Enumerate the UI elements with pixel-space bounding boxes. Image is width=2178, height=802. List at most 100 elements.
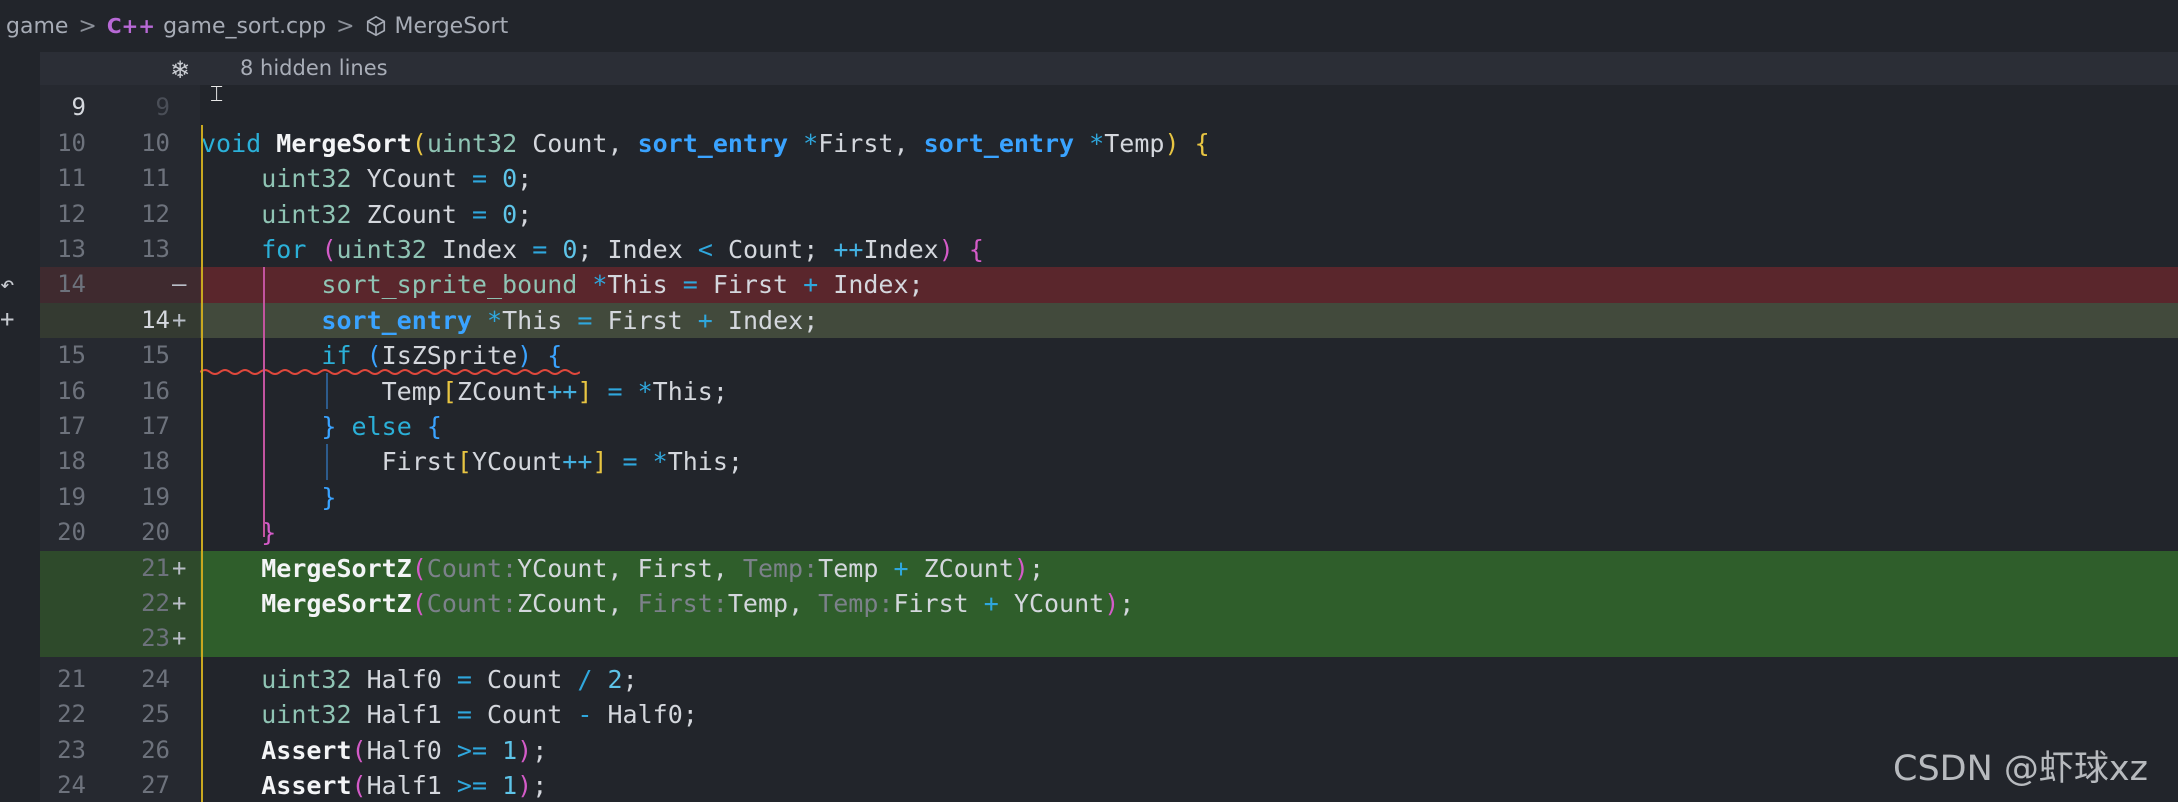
identifier: This bbox=[607, 270, 668, 300]
identifier: Index bbox=[833, 270, 909, 300]
identifier: This bbox=[667, 447, 728, 477]
new-line-number: 10 bbox=[141, 128, 170, 157]
indent-guide bbox=[326, 373, 328, 409]
identifier: Half0 bbox=[607, 700, 683, 730]
unfold-snowflake-icon[interactable]: ❄ bbox=[170, 56, 190, 84]
diff-added-marker: + bbox=[172, 589, 187, 617]
old-line-number: 20 bbox=[57, 518, 86, 547]
code-line[interactable]: 9 9 bbox=[0, 90, 2178, 125]
function-name: MergeSort bbox=[276, 128, 412, 158]
new-line-number: 24 bbox=[141, 665, 170, 693]
new-line-number: 22 bbox=[141, 589, 170, 617]
identifier: First bbox=[712, 270, 789, 300]
code-text: First[YCount++] = *This; bbox=[381, 447, 743, 477]
code-line[interactable]: 22 25 uint32 Half1 = Count - Half0; bbox=[0, 697, 2178, 732]
type: uint32 bbox=[426, 128, 518, 158]
old-line-number: 16 bbox=[57, 376, 86, 405]
code-text: } bbox=[321, 482, 337, 512]
new-line-number: 16 bbox=[141, 376, 170, 405]
old-line-number: 24 bbox=[57, 771, 86, 800]
old-line-number: 9 bbox=[71, 93, 86, 122]
old-line-number: 15 bbox=[57, 341, 86, 370]
code-text: uint32 YCount = 0; bbox=[261, 164, 533, 194]
identifier: Half1 bbox=[366, 771, 442, 801]
breadcrumb-file[interactable]: C++ game_sort.cpp bbox=[107, 14, 326, 39]
identifier: Count bbox=[727, 235, 804, 264]
diff-added-marker: + bbox=[172, 624, 187, 653]
old-line-number: 13 bbox=[57, 235, 86, 263]
watermark: CSDN @虾球xz bbox=[1893, 749, 2148, 789]
code-text: MergeSortZ(Count:ZCount, First:Temp, Tem… bbox=[261, 589, 1135, 618]
new-line-number: 23 bbox=[141, 624, 170, 653]
number: 2 bbox=[607, 665, 623, 694]
new-line-number: 21 bbox=[141, 553, 170, 582]
identifier: Index bbox=[727, 305, 804, 335]
code-text: for (uint32 Index = 0; Index < Count; ++… bbox=[261, 235, 984, 264]
type: sort_entry bbox=[923, 128, 1075, 158]
inlay-hint: Count: bbox=[426, 589, 518, 618]
inlay-hint: First: bbox=[637, 589, 728, 618]
code-line[interactable]: 12 12 uint32 ZCount = 0; bbox=[0, 197, 2178, 232]
old-line-number: 19 bbox=[57, 482, 86, 511]
code-line[interactable]: 10 10 void MergeSort(uint32 Count, sort_… bbox=[0, 126, 2178, 161]
new-line-number: 14 bbox=[141, 305, 170, 334]
identifier: Half0 bbox=[366, 665, 442, 694]
type: sort_entry bbox=[321, 305, 472, 335]
added-line[interactable]: 23 + bbox=[0, 621, 2178, 657]
cpp-file-icon: C++ bbox=[106, 14, 156, 38]
number: 1 bbox=[502, 771, 518, 801]
code-text: Assert(Half1 >= 1); bbox=[261, 771, 548, 801]
new-line-number: 15 bbox=[141, 341, 170, 370]
breadcrumb-file-label: game_sort.cpp bbox=[163, 13, 327, 39]
code-line[interactable]: 24 27 Assert(Half1 >= 1); bbox=[0, 768, 2178, 802]
identifier: Temp bbox=[727, 589, 789, 618]
function-name: Assert bbox=[261, 735, 352, 765]
number: 1 bbox=[502, 735, 518, 765]
code-line[interactable]: 11 11 uint32 YCount = 0; bbox=[0, 161, 2178, 196]
function-name: MergeSortZ bbox=[261, 589, 412, 618]
param: Count bbox=[532, 128, 608, 158]
hidden-lines-fold[interactable]: ❄ 8 hidden lines ⌶ bbox=[40, 52, 2178, 107]
number: 0 bbox=[502, 164, 518, 194]
hidden-lines-label: 8 hidden lines bbox=[240, 56, 388, 80]
code-line[interactable]: 20 20 } bbox=[0, 515, 2178, 550]
code-line[interactable]: 17 17 } else { bbox=[0, 409, 2178, 444]
code-text: Assert(Half0 >= 1); bbox=[261, 735, 548, 765]
code-line[interactable]: 23 26 Assert(Half0 >= 1); bbox=[0, 733, 2178, 768]
old-line-number: 23 bbox=[57, 735, 86, 764]
keyword: for bbox=[261, 235, 307, 264]
code-line[interactable]: 13 13 for (uint32 Index = 0; Index < Cou… bbox=[0, 232, 2178, 267]
new-line-number: 12 bbox=[141, 199, 170, 228]
old-line-number: 22 bbox=[57, 700, 86, 729]
code-text: uint32 ZCount = 0; bbox=[261, 199, 533, 229]
code-line[interactable]: 21 24 uint32 Half0 = Count / 2; bbox=[0, 662, 2178, 697]
type: sort_entry bbox=[637, 128, 789, 158]
deleted-line[interactable]: 14 — sort_sprite_bound *This = First + I… bbox=[0, 267, 2178, 303]
param: First bbox=[818, 128, 894, 158]
old-line-number: 21 bbox=[57, 665, 86, 693]
added-line[interactable]: 21 + MergeSortZ(Count:YCount, First, Tem… bbox=[0, 550, 2178, 586]
new-line-number: 13 bbox=[141, 235, 170, 263]
identifier: YCount bbox=[517, 553, 608, 583]
operator: ++ bbox=[547, 376, 578, 406]
type: uint32 bbox=[261, 164, 352, 194]
breadcrumb-symbol[interactable]: MergeSort bbox=[365, 14, 508, 39]
identifier: Half0 bbox=[366, 735, 442, 765]
diff-added-marker: + bbox=[172, 553, 187, 582]
new-line-number: 20 bbox=[141, 518, 170, 547]
identifier: Index bbox=[863, 235, 939, 264]
code-line[interactable]: 19 19 } bbox=[0, 480, 2178, 515]
inlay-hint: Count: bbox=[426, 553, 518, 583]
identifier: ZCount bbox=[923, 553, 1014, 583]
keyword: if bbox=[321, 341, 352, 371]
diff-added-marker: + bbox=[172, 305, 187, 334]
keyword: void bbox=[201, 128, 262, 158]
function-name: Assert bbox=[261, 771, 352, 801]
param: Temp bbox=[1104, 128, 1165, 158]
modified-line[interactable]: 14 + sort_entry *This = First + Index; bbox=[0, 302, 2178, 339]
identifier: YCount bbox=[1013, 589, 1105, 618]
breadcrumb-folder[interactable]: game bbox=[6, 14, 68, 39]
added-line[interactable]: 22 + MergeSortZ(Count:ZCount, First:Temp… bbox=[0, 586, 2178, 622]
identifier: Count bbox=[487, 700, 563, 730]
old-line-number: 14 bbox=[57, 270, 86, 299]
